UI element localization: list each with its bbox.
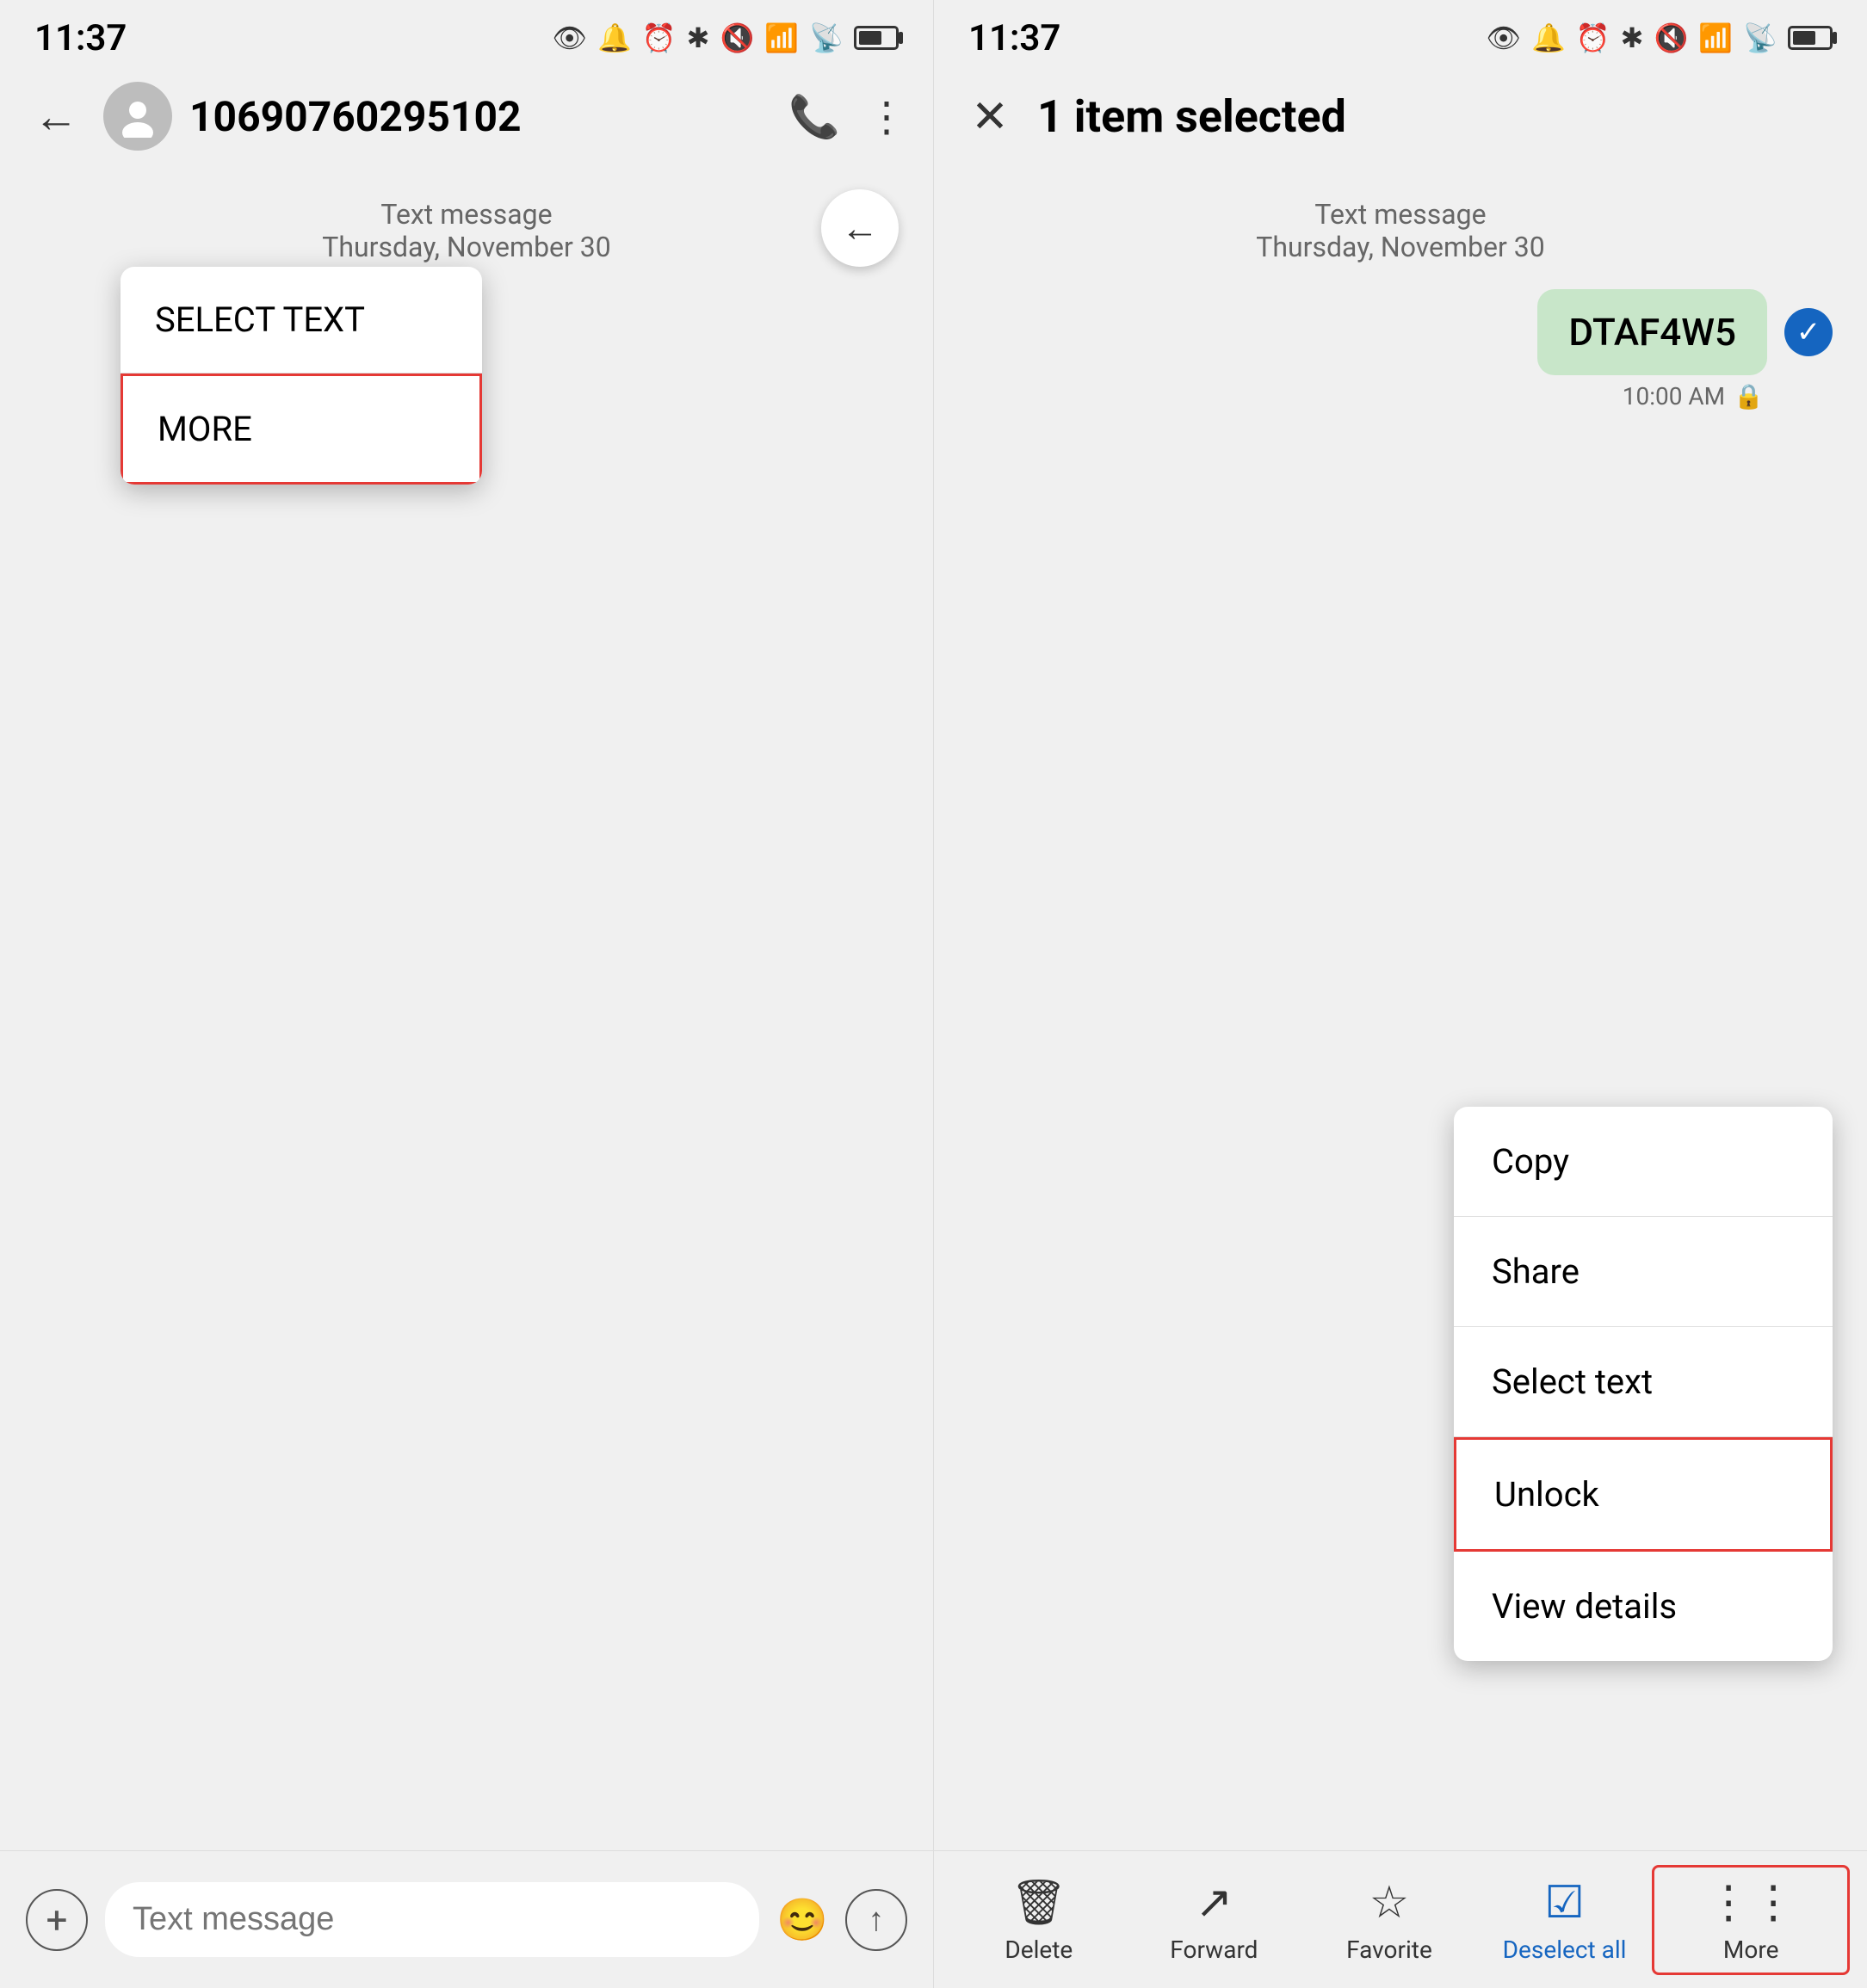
time-left: 11:37: [34, 17, 127, 59]
eye-icon-r: 👁: [1486, 22, 1521, 54]
back-button[interactable]: ←: [26, 90, 86, 143]
view-details-option[interactable]: View details: [1454, 1552, 1833, 1661]
message-bubble[interactable]: DTAF4W5: [1537, 289, 1767, 375]
wifi-icon: 📶: [764, 22, 799, 54]
contact-name: 10690760295102: [189, 92, 771, 141]
header-selected: ✕ 1 item selected: [934, 69, 1867, 164]
favorite-label: Favorite: [1346, 1936, 1432, 1964]
notification-icon: 🔔: [597, 22, 632, 54]
bluetooth-icon-r: ✱: [1621, 22, 1644, 54]
battery-icon-right: [1788, 26, 1833, 50]
more-option[interactable]: MORE: [121, 374, 482, 485]
header-actions: 📞 ⋮: [788, 92, 907, 141]
more-action[interactable]: ⋮⋮ More: [1652, 1865, 1850, 1975]
forward-label: Forward: [1170, 1936, 1258, 1964]
avatar: [103, 82, 172, 151]
more-options-icon[interactable]: ⋮: [866, 92, 907, 141]
mute-icon-r: 🔇: [1654, 22, 1688, 54]
alarm-icon: ⏰: [642, 22, 677, 54]
close-selection-button[interactable]: ✕: [960, 90, 1020, 143]
select-text-option[interactable]: SELECT TEXT: [121, 267, 482, 374]
message-area-right: Text message Thursday, November 30 DTAF4…: [934, 164, 1867, 1850]
bottom-bar-right: 🗑 Delete ↗ Forward ☆ Favorite ☑ Deselect…: [934, 1850, 1867, 1988]
context-menu: SELECT TEXT MORE: [121, 267, 482, 485]
add-attachment-button[interactable]: +: [26, 1889, 88, 1951]
bluetooth-icon: ✱: [687, 22, 710, 54]
header-left: ← 10690760295102 📞 ⋮: [0, 69, 933, 164]
copy-option[interactable]: Copy: [1454, 1107, 1833, 1217]
left-panel: 11:37 👁 🔔 ⏰ ✱ 🔇 📶 📡 ← 10690760295102 📞 ⋮: [0, 0, 933, 1988]
share-option[interactable]: Share: [1454, 1217, 1833, 1327]
time-right: 11:37: [968, 17, 1060, 59]
status-bar-right: 11:37 👁 🔔 ⏰ ✱ 🔇 📶 📡: [934, 0, 1867, 69]
message-checkbox[interactable]: ✓: [1784, 308, 1833, 356]
favorite-action[interactable]: ☆ Favorite: [1301, 1876, 1477, 1964]
scroll-back-button[interactable]: ←: [821, 189, 899, 267]
delete-label: Delete: [1005, 1936, 1073, 1964]
forward-action[interactable]: ↗ Forward: [1127, 1876, 1302, 1964]
message-date-left: Text message Thursday, November 30: [17, 181, 916, 272]
message-timestamp: 10:00 AM 🔒: [951, 382, 1850, 411]
battery-icon-left: [854, 26, 899, 50]
signal-icon: 📡: [809, 22, 844, 54]
lock-icon: 🔒: [1734, 382, 1764, 411]
deselect-all-action[interactable]: ☑ Deselect all: [1477, 1876, 1653, 1964]
call-icon[interactable]: 📞: [788, 92, 840, 141]
notification-icon-r: 🔔: [1531, 22, 1566, 54]
favorite-icon: ☆: [1369, 1876, 1410, 1929]
status-icons-left: 👁 🔔 ⏰ ✱ 🔇 📶 📡: [552, 22, 899, 54]
message-area-left: Text message Thursday, November 30 ← SEL…: [0, 164, 933, 1850]
dropdown-context-menu: Copy Share Select text Unlock View detai…: [1454, 1107, 1833, 1661]
more-label: More: [1723, 1936, 1779, 1964]
delete-icon: 🗑: [1011, 1876, 1067, 1929]
deselect-all-icon: ☑: [1544, 1876, 1585, 1929]
selected-count: 1 item selected: [1037, 90, 1841, 143]
deselect-all-label: Deselect all: [1503, 1936, 1627, 1964]
message-input[interactable]: [105, 1882, 759, 1957]
eye-icon: 👁: [552, 22, 587, 54]
send-button[interactable]: ↑: [845, 1889, 907, 1951]
unlock-option[interactable]: Unlock: [1454, 1437, 1833, 1552]
forward-icon: ↗: [1196, 1876, 1233, 1929]
alarm-icon-r: ⏰: [1576, 22, 1610, 54]
signal-icon-r: 📡: [1743, 22, 1777, 54]
bottom-bar-left: + 😊 ↑: [0, 1850, 933, 1988]
delete-action[interactable]: 🗑 Delete: [951, 1876, 1127, 1964]
right-panel: 11:37 👁 🔔 ⏰ ✱ 🔇 📶 📡 ✕ 1 item selected Te…: [933, 0, 1867, 1988]
message-row: DTAF4W5 ✓: [951, 289, 1850, 375]
status-icons-right: 👁 🔔 ⏰ ✱ 🔇 📶 📡: [1486, 22, 1833, 54]
select-text-option-right[interactable]: Select text: [1454, 1327, 1833, 1437]
emoji-button[interactable]: 😊: [776, 1895, 828, 1944]
status-bar-left: 11:37 👁 🔔 ⏰ ✱ 🔇 📶 📡: [0, 0, 933, 69]
more-icon: ⋮⋮: [1706, 1876, 1796, 1929]
wifi-icon-r: 📶: [1698, 22, 1733, 54]
mute-icon: 🔇: [720, 22, 754, 54]
message-date-right: Text message Thursday, November 30: [951, 181, 1850, 272]
